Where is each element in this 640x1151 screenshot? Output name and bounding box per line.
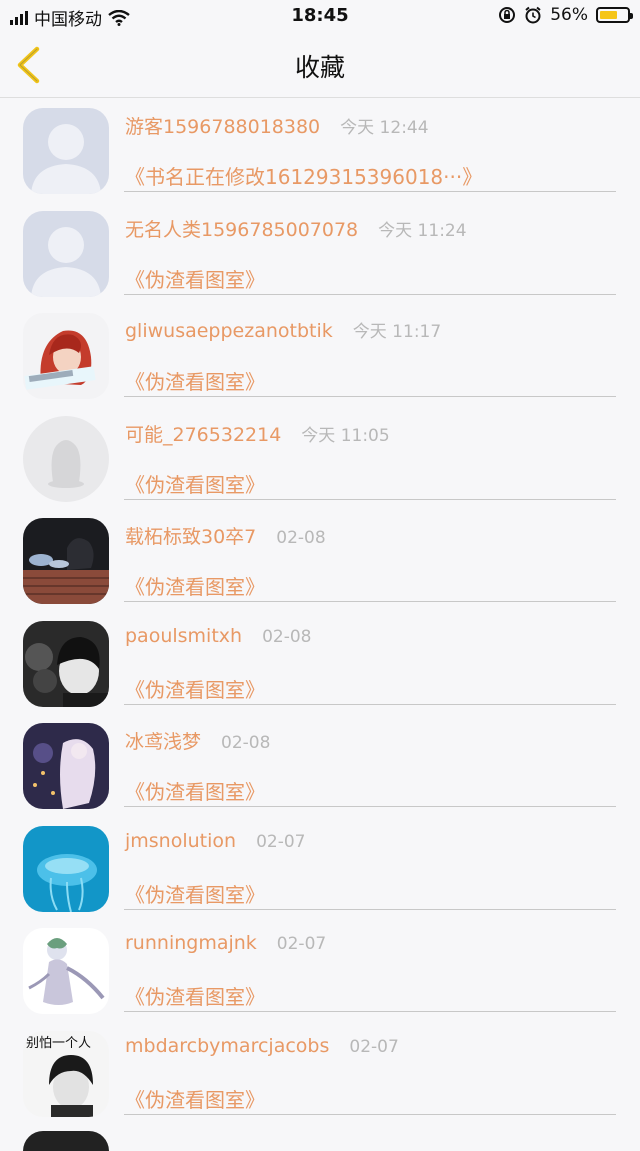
name-line: mbdarcbymarcjacobs 02-07 [125, 1035, 620, 1057]
anime-photo [23, 723, 109, 809]
avatar[interactable] [23, 415, 109, 502]
timestamp: 今天 11:17 [352, 322, 442, 342]
favorites-list: 游客1596788018380 今天 12:44 《书名正在修改16129315… [0, 98, 640, 1123]
separator [124, 1011, 616, 1012]
list-item[interactable]: paoulsmitxh 02-08 《伪渣看图室》 [0, 611, 640, 714]
default-penguin-icon [23, 415, 109, 502]
user-name[interactable]: 冰鸢浅梦 [125, 727, 201, 754]
separator [124, 191, 616, 192]
timestamp: 02-08 [262, 626, 312, 647]
name-line: 冰鸢浅梦 02-08 [125, 727, 620, 754]
status-bar: 中国移动 18:45 56% [0, 0, 640, 33]
default-person-icon [23, 210, 109, 297]
orientation-lock-icon [499, 7, 516, 23]
book-title[interactable]: 《伪渣看图室》 [125, 776, 265, 805]
name-line: 无名人类1596785007078 今天 11:24 [125, 215, 620, 242]
avatar[interactable] [23, 108, 109, 194]
separator [124, 806, 616, 807]
book-title[interactable]: 《伪渣看图室》 [125, 879, 265, 908]
avatar[interactable] [23, 825, 109, 912]
list-item[interactable]: gliwusaeppezanotbtik 今天 11:17 《伪渣看图室》 [0, 303, 640, 406]
user-name[interactable]: 游客1596788018380 [125, 112, 320, 139]
separator [124, 908, 616, 910]
timestamp: 今天 11:24 [378, 220, 467, 241]
battery-icon [596, 7, 633, 23]
red-hair-photo [23, 313, 109, 399]
user-name[interactable]: 无名人类1596785007078 [125, 215, 358, 242]
wall-photo [23, 518, 109, 604]
avatar[interactable] [23, 210, 109, 297]
name-line: paoulsmitxh 02-08 [125, 625, 620, 647]
bw-portrait [23, 620, 109, 707]
user-name[interactable]: 载柘标致30卒7 [125, 522, 256, 549]
avatar[interactable] [23, 518, 109, 604]
timestamp: 今天 11:05 [301, 425, 390, 446]
user-name[interactable]: jmsnolution [125, 830, 236, 852]
svg-text:别怕一个人: 别怕一个人 [26, 1036, 91, 1051]
separator [124, 601, 616, 602]
book-title[interactable]: 《伪渣看图室》 [125, 469, 265, 498]
avatar[interactable]: 别怕一个人 [23, 1030, 109, 1117]
name-line: jmsnolution 02-07 [125, 830, 620, 852]
separator [124, 1113, 616, 1115]
name-line: 载柘标致30卒7 02-08 [125, 522, 620, 549]
book-title[interactable]: 《书名正在修改16129315396018···》 [125, 161, 482, 190]
user-name[interactable]: paoulsmitxh [125, 625, 242, 647]
book-title[interactable]: 《伪渣看图室》 [125, 981, 265, 1010]
name-line: runningmajnk 02-07 [125, 932, 620, 954]
jellyfish-photo [23, 825, 109, 912]
separator [124, 703, 616, 705]
avatar[interactable] [23, 620, 109, 707]
list-item[interactable]: runningmajnk 02-07 《伪渣看图室》 [0, 918, 640, 1021]
list-item[interactable]: 可能_276532214 今天 11:05 《伪渣看图室》 [0, 406, 640, 509]
user-name[interactable]: runningmajnk [125, 932, 257, 954]
timestamp: 02-07 [349, 1036, 399, 1057]
list-item[interactable]: 无名人类1596785007078 今天 11:24 《伪渣看图室》 [0, 201, 640, 304]
book-title[interactable]: 《伪渣看图室》 [125, 366, 265, 395]
status-right-group: 56% [498, 5, 633, 25]
text-portrait: 别怕一个人 [23, 1030, 109, 1117]
separator [124, 396, 616, 397]
separator [124, 498, 616, 500]
timestamp: 02-08 [221, 733, 271, 753]
user-name[interactable]: gliwusaeppezanotbtik [125, 320, 333, 342]
alarm-icon [525, 6, 541, 24]
name-line: gliwusaeppezanotbtik 今天 11:17 [125, 317, 620, 342]
list-item[interactable]: jmsnolution 02-07 《伪渣看图室》 [0, 816, 640, 919]
avatar[interactable] [23, 723, 109, 809]
book-title[interactable]: 《伪渣看图室》 [125, 674, 265, 703]
page-title: 收藏 [294, 53, 345, 82]
avatar[interactable] [23, 1131, 109, 1151]
avatar[interactable] [23, 928, 109, 1014]
timestamp: 今天 12:44 [340, 118, 429, 138]
battery-percent: 56% [550, 5, 588, 25]
book-title[interactable]: 《伪渣看图室》 [125, 264, 265, 293]
timestamp: 02-07 [256, 831, 306, 852]
name-line: 游客1596788018380 今天 12:44 [125, 112, 620, 139]
user-name[interactable]: mbdarcbymarcjacobs [125, 1035, 329, 1057]
pokemon-drawing [23, 928, 109, 1014]
user-name[interactable]: 可能_276532214 [125, 420, 281, 447]
default-person-icon [23, 108, 109, 194]
list-item[interactable]: 游客1596788018380 今天 12:44 《书名正在修改16129315… [0, 98, 640, 201]
avatar[interactable] [23, 313, 109, 399]
list-item[interactable]: 别怕一个人 mbdarcbymarcjacobs 02-07 《伪渣看图室》 [0, 1021, 640, 1124]
list-item[interactable]: 载柘标致30卒7 02-08 《伪渣看图室》 [0, 508, 640, 611]
separator [124, 293, 616, 295]
nav-bar: 收藏 [0, 33, 640, 98]
book-title[interactable]: 《伪渣看图室》 [125, 571, 265, 600]
list-item[interactable]: 冰鸢浅梦 02-08 《伪渣看图室》 [0, 713, 640, 816]
book-title[interactable]: 《伪渣看图室》 [125, 1084, 265, 1113]
name-line: 可能_276532214 今天 11:05 [125, 420, 620, 447]
timestamp: 02-07 [276, 934, 327, 954]
timestamp: 02-08 [276, 528, 326, 548]
